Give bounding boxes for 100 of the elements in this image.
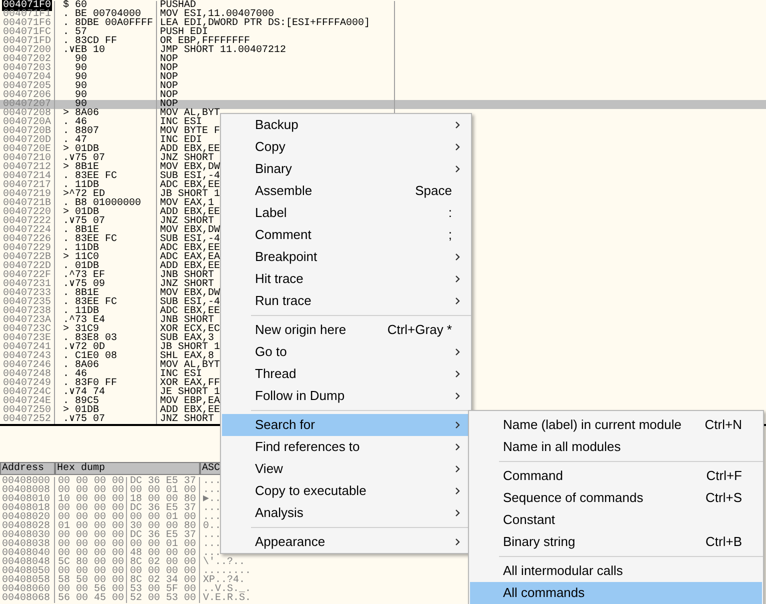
menu-item[interactable]: Follow in Dump: [222, 385, 470, 407]
menu-item[interactable]: Comment ;: [222, 224, 470, 246]
address-text[interactable]: 0040722B: [2, 252, 52, 263]
address-text[interactable]: 00407238: [2, 306, 52, 317]
menu-item[interactable]: Backup: [222, 114, 470, 136]
opcode-bytes: 73 EF: [75, 271, 106, 280]
address-text[interactable]: 00407200: [2, 45, 52, 56]
address-text[interactable]: 00407203: [2, 63, 52, 74]
menu-item[interactable]: Copy to executable: [222, 480, 470, 502]
address-text: 00408048: [2, 557, 50, 568]
jump-marker: .^: [63, 270, 76, 281]
code-row[interactable]: 004071FC . 57 PUSH EDI: [0, 28, 766, 37]
address-text[interactable]: 004071F1: [2, 9, 52, 20]
code-row[interactable]: 004071F0 $ 60 PUSHAD: [0, 1, 766, 10]
address-text[interactable]: 00407241: [2, 342, 52, 353]
hex-bytes: 00 00 00 00: [58, 476, 124, 487]
address-text[interactable]: 004071FC: [2, 27, 52, 38]
menu-item[interactable]: Go to: [222, 341, 470, 363]
address-text[interactable]: 00407224: [2, 225, 52, 236]
menu-item[interactable]: Constant: [470, 509, 762, 531]
address-text[interactable]: 00407243: [2, 351, 52, 362]
address-text[interactable]: 00407246: [2, 360, 52, 371]
code-row[interactable]: 00407203 90 NOP: [0, 64, 766, 73]
address-text[interactable]: 00407249: [2, 378, 52, 389]
menu-item[interactable]: New origin here Ctrl+Gray *: [222, 319, 470, 341]
menu-item[interactable]: Sequence of commands Ctrl+S: [470, 487, 762, 509]
address-text[interactable]: 0040720B: [2, 126, 52, 137]
menu-item[interactable]: All intermodular calls: [470, 560, 762, 582]
menu-item[interactable]: View: [222, 458, 470, 480]
column-header[interactable]: Hex dump: [55, 462, 200, 475]
address-text[interactable]: 0040720A: [2, 117, 52, 128]
menu-item[interactable]: Copy: [222, 136, 470, 158]
address-text[interactable]: 0040721B: [2, 198, 52, 209]
address-text[interactable]: 0040722F: [2, 270, 52, 281]
address-text[interactable]: 00407222: [2, 216, 52, 227]
address-text[interactable]: 00407220: [2, 207, 52, 218]
address-text[interactable]: 0040720E: [2, 144, 52, 155]
address-text[interactable]: 00407248: [2, 369, 52, 380]
address-text[interactable]: 004071FD: [2, 36, 52, 47]
address-text[interactable]: 00407205: [2, 81, 52, 92]
column-header[interactable]: Address: [0, 462, 55, 475]
address-text[interactable]: 0040722D: [2, 261, 52, 272]
menu-item[interactable]: Name (label) in current module Ctrl+N: [470, 414, 762, 436]
menu-item[interactable]: Command Ctrl+F: [470, 465, 762, 487]
hex-bytes: 00 00 01 00: [130, 512, 196, 523]
address-text: 00408038: [2, 539, 50, 550]
address-text[interactable]: 00407206: [2, 90, 52, 101]
menu-item[interactable]: Hit trace: [222, 268, 470, 290]
opcode-bytes: C1E0 08: [75, 352, 118, 361]
menu-item[interactable]: Thread: [222, 363, 470, 385]
menu-item[interactable]: Binary: [222, 158, 470, 180]
address-text[interactable]: 00407252: [2, 414, 52, 425]
address-text[interactable]: 00407210: [2, 153, 52, 164]
code-row[interactable]: 00407207 90 NOP: [0, 100, 766, 109]
address-text[interactable]: 00407204: [2, 72, 52, 83]
address-text[interactable]: 0040723C: [2, 324, 52, 335]
address-text[interactable]: 0040720D: [2, 135, 52, 146]
address-text[interactable]: 00407212: [2, 162, 52, 173]
address-text[interactable]: 004071F6: [2, 18, 52, 29]
menu-item[interactable]: Label :: [222, 202, 470, 224]
code-row[interactable]: 004071F1 . BE 00704000 MOV ESI,11.00407000: [0, 10, 766, 19]
jump-marker: .^: [63, 315, 76, 326]
menu-item[interactable]: Name in all modules: [470, 436, 762, 458]
code-row[interactable]: 00407204 90 NOP: [0, 73, 766, 82]
menu-item-label: Hit trace: [255, 270, 304, 288]
menu-item[interactable]: Appearance: [222, 531, 470, 553]
address-text[interactable]: 00407217: [2, 180, 52, 191]
address-text[interactable]: 00407208: [2, 108, 52, 119]
address-text[interactable]: 0040723A: [2, 315, 52, 326]
address-text[interactable]: 0040724C: [2, 387, 52, 398]
address-text[interactable]: 00407235: [2, 297, 52, 308]
address-text[interactable]: 00407219: [2, 189, 52, 200]
shortcut-text: Space: [415, 182, 452, 200]
menu-item[interactable]: All commands: [470, 582, 762, 604]
code-row[interactable]: 00407205 90 NOP: [0, 82, 766, 91]
menu-item[interactable]: Run trace: [222, 290, 470, 312]
hex-bytes: 48 00 00 00: [130, 548, 196, 559]
address-text[interactable]: 00407250: [2, 405, 52, 416]
hex-bytes: 00 00 01 00: [130, 539, 196, 550]
address-text[interactable]: 0040723E: [2, 333, 52, 344]
address-text[interactable]: 0040724E: [2, 396, 52, 407]
address-text[interactable]: 00407226: [2, 234, 52, 245]
hex-bytes: 00 00 00 00: [58, 485, 124, 496]
address-text[interactable]: 00407214: [2, 171, 52, 182]
address-text[interactable]: 00407231: [2, 279, 52, 290]
code-row[interactable]: 00407200 .∨EB 10 JMP SHORT 11.00407212: [0, 46, 766, 55]
address-text[interactable]: 00407202: [2, 54, 52, 65]
address-text[interactable]: 00407229: [2, 243, 52, 254]
code-row[interactable]: 00407202 90 NOP: [0, 55, 766, 64]
menu-item[interactable]: Binary string Ctrl+B: [470, 531, 762, 553]
opcode-bytes: 8DBE 00A0FFFF: [75, 19, 154, 28]
menu-item[interactable]: Breakpoint: [222, 246, 470, 268]
code-row[interactable]: 004071F6 . 8DBE 00A0FFFF LEA EDI,DWORD PTR DS:[ESI+FFFFA000]: [0, 19, 766, 28]
address-text[interactable]: 00407233: [2, 288, 52, 299]
menu-item[interactable]: Search for: [222, 414, 470, 436]
code-row[interactable]: 004071FD . 83CD FF OR EBP,FFFFFFFF: [0, 37, 766, 46]
menu-item[interactable]: Assemble Space: [222, 180, 470, 202]
menu-item[interactable]: Find references to: [222, 436, 470, 458]
menu-item[interactable]: Analysis: [222, 502, 470, 524]
address-text[interactable]: 004071F0: [2, 0, 52, 11]
